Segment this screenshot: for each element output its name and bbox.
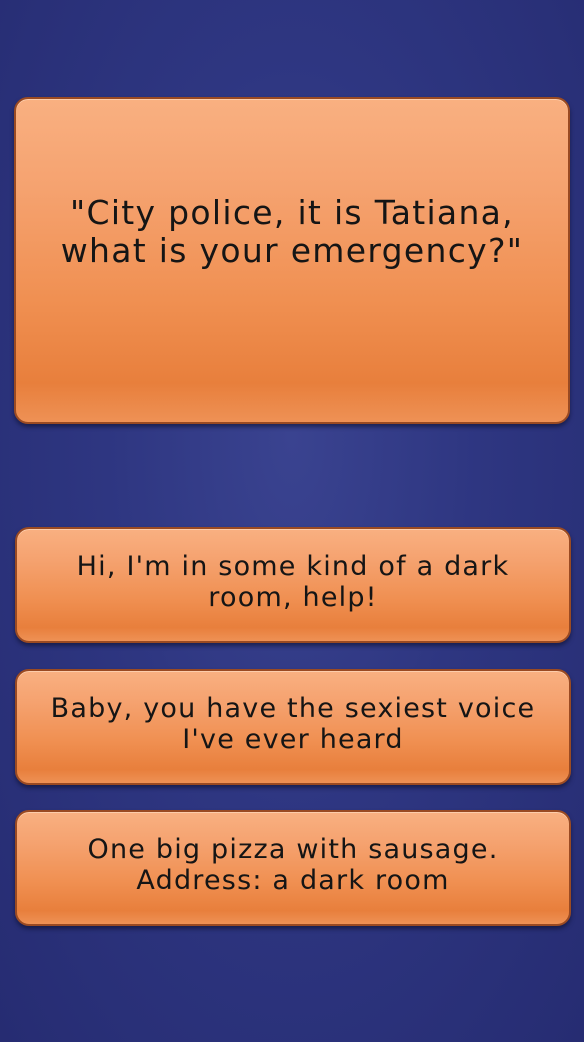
answer-option-button-3[interactable]: One big pizza with sausage. Address: a d… [15,810,571,926]
answer-option-label: One big pizza with sausage. Address: a d… [87,834,499,896]
answer-option-label: Baby, you have the sexiest voice I've ev… [50,693,536,755]
answer-option-button-1[interactable]: Hi, I'm in some kind of a dark room, hel… [15,527,571,643]
dialogue-prompt-card: "City police, it is Tatiana, what is you… [14,97,570,424]
dialogue-prompt-text: "City police, it is Tatiana, what is you… [60,192,524,270]
answer-option-label: Hi, I'm in some kind of a dark room, hel… [76,551,510,613]
answer-option-button-2[interactable]: Baby, you have the sexiest voice I've ev… [15,669,571,785]
